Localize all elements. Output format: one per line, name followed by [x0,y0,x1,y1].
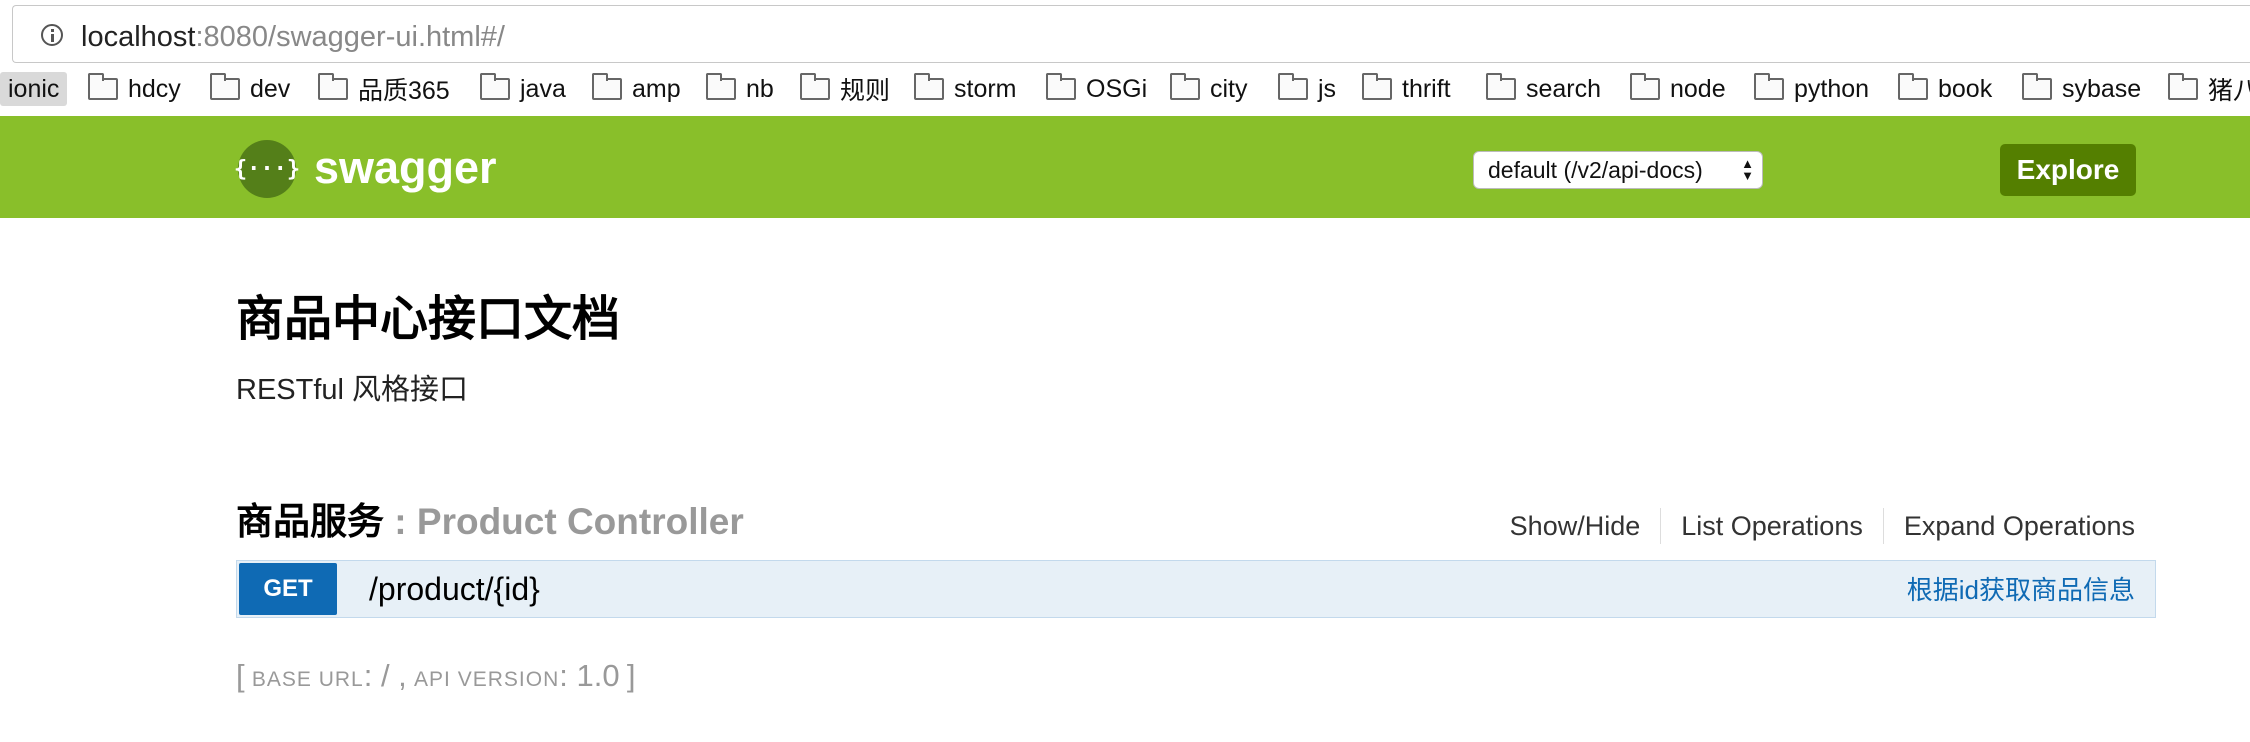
bookmark-label: storm [954,74,1017,103]
url-field[interactable]: localhost:8080/swagger-ui.html#/ [12,5,2250,63]
bookmark-folder-365[interactable]: 品质365 [318,72,450,106]
api-version-value: : 1.0 [559,658,620,693]
bookmarks-bar: ionic hdcy dev 品质365 java amp nb 规则 stor… [0,66,2250,114]
endpoint-row[interactable]: GET /product/{id} 根据id获取商品信息 [236,560,2156,618]
resource-separator: : [384,501,417,542]
url-host: localhost [81,21,196,53]
bookmark-label: search [1526,74,1602,103]
bookmark-label: node [1670,74,1726,103]
base-url-value: : / , [363,658,407,693]
close-bracket: ] [626,658,636,693]
info-icon[interactable] [41,24,63,46]
spec-select[interactable]: default (/v2/api-docs) ▲ ▼ [1473,151,1763,189]
folder-icon [1898,73,1928,100]
bookmark-folder-zhubajie[interactable]: 猪八 [2168,72,2250,106]
folder-icon [1362,73,1392,100]
bookmark-label: 规则 [840,77,891,105]
bookmark-folder-java[interactable]: java [480,72,566,106]
bookmark-folder-sybase[interactable]: sybase [2022,72,2141,106]
base-url-info: [ BASE URL: / , API VERSION: 1.0 ] [236,656,635,700]
address-bar: localhost:8080/swagger-ui.html#/ [0,0,2250,66]
bookmark-folder-storm[interactable]: storm [914,72,1017,106]
select-arrows-icon: ▲ ▼ [1741,156,1754,183]
folder-icon [706,73,736,100]
folder-icon [1754,73,1784,100]
bookmark-ionic[interactable]: ionic [0,72,68,106]
bookmark-label: 猪八 [2208,77,2250,105]
bookmark-folder-search[interactable]: search [1486,72,1601,106]
bookmark-label: sybase [2062,74,2142,103]
api-version-label: API VERSION [414,668,560,691]
swagger-logo-icon[interactable]: {···} [234,140,300,198]
resource-operations: Show/Hide List Operations Expand Operati… [1490,508,2135,544]
folder-icon [1278,73,1308,100]
folder-icon [210,73,240,100]
bookmark-label: 品质365 [358,77,450,105]
bookmark-folder-python[interactable]: python [1754,72,1869,106]
expand-operations-link[interactable]: Expand Operations [1884,511,2135,542]
folder-icon [2168,73,2198,100]
http-method-badge[interactable]: GET [239,563,337,615]
bookmark-label: city [1210,74,1248,103]
swagger-title[interactable]: swagger [314,140,497,196]
url-text[interactable]: localhost:8080/swagger-ui.html#/ [81,20,505,54]
folder-icon [2022,73,2052,100]
bookmark-folder-book[interactable]: book [1898,72,1992,106]
folder-icon [480,73,510,100]
folder-icon [592,73,622,100]
bookmark-folder-osgi[interactable]: OSGi [1046,72,1147,106]
folder-icon [1170,73,1200,100]
bookmark-folder-amp[interactable]: amp [592,72,681,106]
endpoint-path[interactable]: /product/{id} [369,569,540,609]
resource-controller: Product Controller [416,501,744,542]
bookmark-folder-js[interactable]: js [1278,72,1336,106]
bookmark-folder-node[interactable]: node [1630,72,1726,106]
endpoint-summary[interactable]: 根据id获取商品信息 [1907,573,2135,607]
base-url-label: BASE URL [251,668,364,691]
bookmark-label: book [1938,74,1993,103]
bookmark-label: js [1318,74,1337,103]
bookmark-label: python [1794,74,1870,103]
api-description: RESTful 风格接口 [236,374,469,406]
folder-icon [88,73,118,100]
bookmark-label: OSGi [1086,74,1148,103]
bookmark-folder-rules[interactable]: 规则 [800,72,890,106]
list-operations-link[interactable]: List Operations [1661,511,1883,542]
open-bracket: [ [236,658,245,693]
bookmark-folder-nb[interactable]: nb [706,72,774,106]
bookmark-folder-city[interactable]: city [1170,72,1248,106]
folder-icon [800,73,830,100]
bookmark-label: thrift [1402,74,1451,103]
bookmark-folder-dev[interactable]: dev [210,72,290,106]
resource-name: 商品服务 [236,501,384,542]
folder-icon [1630,73,1660,100]
api-title: 商品中心接口文档 [236,293,621,346]
bookmark-label: amp [632,74,681,103]
folder-icon [1486,73,1516,100]
bookmark-label: hdcy [128,74,181,103]
bookmark-label: java [520,74,566,103]
spec-select-value: default (/v2/api-docs) [1488,157,1703,183]
bookmark-folder-hdcy[interactable]: hdcy [88,72,181,106]
bookmark-label: nb [746,74,774,103]
bookmark-folder-thrift[interactable]: thrift [1362,72,1451,106]
folder-icon [1046,73,1076,100]
folder-icon [318,73,348,100]
url-path: :8080/swagger-ui.html#/ [195,21,505,53]
swagger-header: {···} swagger default (/v2/api-docs) ▲ ▼ … [0,116,2250,218]
show-hide-link[interactable]: Show/Hide [1490,511,1661,542]
explore-button[interactable]: Explore [2000,144,2136,196]
folder-icon [914,73,944,100]
bookmark-label: dev [250,74,291,103]
bookmark-label: ionic [8,74,60,103]
resource-heading[interactable]: 商品服务 : Product Controller [236,498,744,546]
